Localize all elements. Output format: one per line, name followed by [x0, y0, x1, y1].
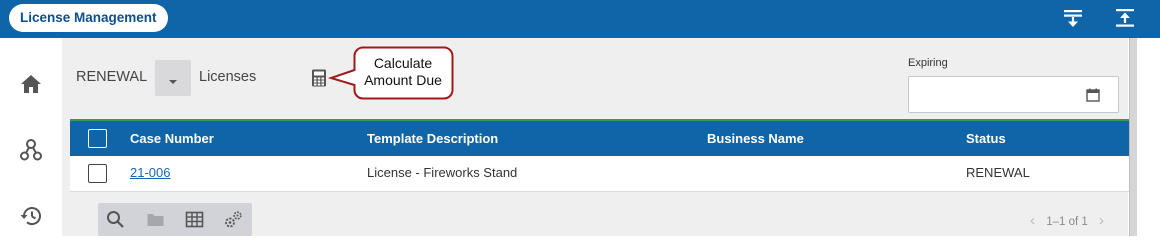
history-icon[interactable]	[19, 204, 43, 228]
status-cell: RENEWAL	[966, 165, 1030, 180]
status-dropdown-button[interactable]	[155, 60, 191, 96]
settings-icon[interactable]	[224, 210, 243, 229]
callout-line: Calculate	[373, 55, 433, 71]
status-filter-value[interactable]: RENEWAL	[76, 69, 147, 85]
column-header-business-name[interactable]: Business Name	[707, 131, 804, 146]
pagination: ‹ 1–1 of 1 ›	[1030, 212, 1104, 229]
search-icon[interactable]	[106, 210, 125, 229]
collapse-all-icon[interactable]	[1062, 7, 1084, 29]
app-header: License Management	[0, 0, 1160, 38]
case-number-link[interactable]: 21-006	[130, 165, 170, 180]
calendar-icon[interactable]	[1086, 88, 1100, 102]
app-title-button[interactable]: License Management	[9, 4, 168, 32]
scroll-thumb[interactable]	[1129, 38, 1137, 236]
expiring-date-field[interactable]	[908, 76, 1119, 113]
previous-page-icon[interactable]: ‹	[1030, 212, 1035, 229]
home-icon[interactable]	[19, 72, 43, 96]
sidebar	[0, 38, 62, 236]
expiring-label: Expiring	[908, 57, 948, 69]
table-row: 21-006 License - Fireworks Stand RENEWAL	[70, 156, 1129, 192]
grid-toolbar	[98, 203, 252, 236]
calculator-icon[interactable]	[311, 69, 327, 87]
next-page-icon[interactable]: ›	[1099, 212, 1104, 229]
select-all-checkbox[interactable]	[88, 129, 107, 148]
type-filter-label: Licenses	[199, 69, 257, 85]
column-header-status[interactable]: Status	[966, 131, 1006, 146]
table-view-icon[interactable]	[185, 210, 204, 229]
folder-icon[interactable]	[146, 210, 165, 229]
table-header: Case Number Template Description Busines…	[70, 119, 1129, 156]
column-header-template-description[interactable]: Template Description	[367, 131, 498, 146]
column-header-case-number[interactable]: Case Number	[130, 131, 214, 146]
chevron-down-icon	[169, 80, 177, 84]
template-description-cell: License - Fireworks Stand	[367, 165, 518, 180]
row-checkbox[interactable]	[88, 164, 107, 183]
pagination-range: 1–1 of 1	[1046, 216, 1088, 228]
expand-all-icon[interactable]	[1114, 7, 1136, 29]
scrollbar[interactable]	[1128, 38, 1160, 236]
callout-line: Amount Due	[364, 72, 442, 88]
people-icon[interactable]	[19, 138, 43, 162]
callout-text: Calculate Amount Due	[355, 55, 451, 89]
